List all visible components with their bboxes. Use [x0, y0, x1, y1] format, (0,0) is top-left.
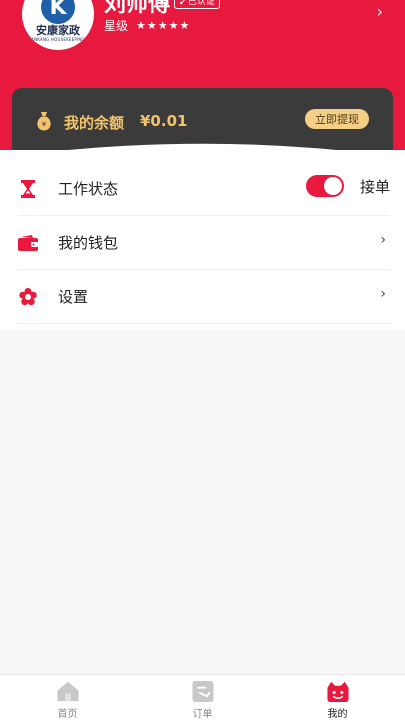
wallet-label: 我的钱包 — [58, 234, 119, 252]
logo-text-en: ANKANG HOUSEKEEPING — [31, 37, 85, 42]
user-name: 刘师傅 — [104, 0, 171, 17]
hourglass-icon — [18, 179, 38, 199]
balance-label: 我的余额 — [64, 114, 125, 132]
chevron-right-icon[interactable]: › — [377, 2, 383, 21]
star-rating: 星级 ★★★★★ — [104, 17, 190, 34]
gear-icon — [18, 287, 38, 307]
order-icon — [191, 680, 214, 703]
work-status-label: 工作状态 — [58, 180, 119, 198]
menu-panel: 工作状态 接单 我的钱包 › 设置 › — [0, 143, 405, 330]
logo-text-cn: 安康家政 — [36, 24, 80, 37]
home-icon — [56, 681, 79, 702]
company-logo-icon: K — [41, 0, 75, 24]
tab-home[interactable]: 首页 — [0, 675, 135, 720]
settings-label: 设置 — [58, 288, 89, 306]
withdraw-button[interactable]: 立即提现 — [305, 109, 369, 129]
tab-mine-label: 我的 — [327, 709, 348, 720]
wallet-icon — [18, 233, 38, 253]
tab-orders-label: 订单 — [192, 709, 213, 720]
tab-mine[interactable]: 我的 — [270, 675, 405, 720]
profile-icon — [326, 681, 349, 703]
tab-orders[interactable]: 订单 — [135, 675, 270, 720]
money-bag-icon: ¥ — [37, 112, 51, 131]
shield-check-icon: ✔ — [179, 0, 186, 7]
bottom-tab-bar: 首页 订单 我的 — [0, 674, 405, 720]
chevron-right-icon: › — [380, 232, 386, 248]
avatar: K 安康家政 ANKANG HOUSEKEEPING — [22, 0, 94, 50]
menu-item-work-status: 工作状态 接单 — [18, 162, 390, 216]
star-icons: ★★★★★ — [136, 19, 191, 32]
menu-item-settings[interactable]: 设置 › — [18, 270, 390, 324]
toggle-knob — [324, 177, 342, 195]
menu-top-curve — [0, 143, 405, 158]
chevron-right-icon: › — [380, 286, 386, 302]
verified-label: 已认证 — [187, 0, 215, 7]
accept-orders-label: 接单 — [359, 178, 390, 196]
star-label: 星级 — [104, 19, 129, 33]
menu-item-wallet[interactable]: 我的钱包 › — [18, 216, 390, 270]
tab-home-label: 首页 — [57, 709, 78, 720]
balance-value: ¥0.01 — [140, 112, 188, 130]
accept-orders-toggle[interactable] — [306, 175, 344, 197]
svg-text:¥: ¥ — [42, 121, 47, 129]
verified-badge: ✔ 已认证 — [174, 0, 220, 9]
